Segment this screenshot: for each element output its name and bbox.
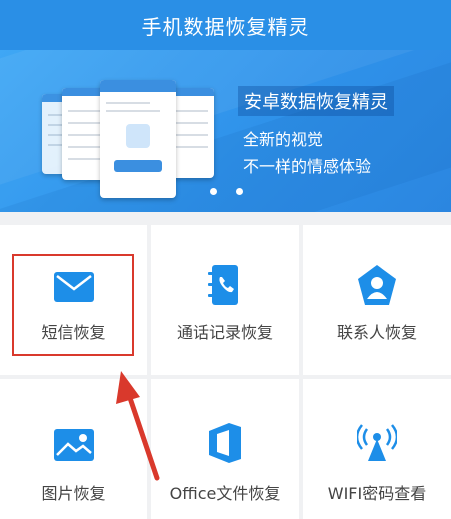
annotation-arrow-icon <box>116 371 160 481</box>
